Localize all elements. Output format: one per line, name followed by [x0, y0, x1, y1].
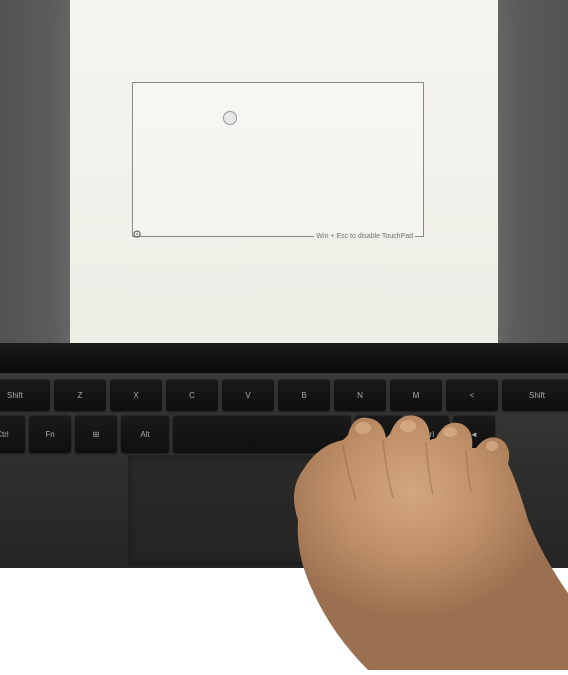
key-b[interactable]: B — [278, 379, 330, 411]
key-v[interactable]: V — [222, 379, 274, 411]
laptop-trackpad[interactable] — [128, 455, 313, 565]
laptop-scene: Win + Esc to disable TouchPad Shift Z X … — [0, 0, 568, 568]
cursor-position-icon — [223, 111, 237, 125]
laptop-screen: Win + Esc to disable TouchPad — [70, 0, 498, 345]
key-n[interactable]: N — [334, 379, 386, 411]
screen-bezel-right — [498, 0, 568, 345]
keyboard-deck: Shift Z X C V B N M < Shift Ctrl Fn ⊞ Al… — [0, 373, 568, 568]
key-alt-left[interactable]: Alt — [121, 415, 169, 453]
touchpad-diagram-window[interactable]: Win + Esc to disable TouchPad — [132, 82, 424, 237]
key-windows[interactable]: ⊞ — [75, 415, 117, 453]
key-arrow[interactable]: ◄ — [453, 415, 495, 453]
key-x[interactable]: X — [110, 379, 162, 411]
key-m[interactable]: M — [390, 379, 442, 411]
gear-icon[interactable] — [129, 226, 145, 242]
keyboard-row-shift: Shift Z X C V B N M < Shift — [0, 375, 568, 415]
screen-bezel-left — [0, 0, 70, 345]
key-shift-right[interactable]: Shift — [502, 379, 568, 411]
key-c[interactable]: C — [166, 379, 218, 411]
help-text: Win + Esc to disable TouchPad — [314, 233, 415, 240]
key-alt-right[interactable]: Alt — [355, 415, 403, 453]
keyboard-row-bottom: Ctrl Fn ⊞ Alt Alt Ctrl ◄ — [0, 411, 495, 457]
key-shift-left[interactable]: Shift — [0, 379, 50, 411]
key-z[interactable]: Z — [54, 379, 106, 411]
key-comma[interactable]: < — [446, 379, 498, 411]
key-fn[interactable]: Fn — [29, 415, 71, 453]
key-ctrl-right[interactable]: Ctrl — [407, 415, 449, 453]
key-space[interactable] — [173, 415, 351, 453]
screen-bottom-bezel — [0, 343, 568, 373]
key-ctrl-left[interactable]: Ctrl — [0, 415, 25, 453]
